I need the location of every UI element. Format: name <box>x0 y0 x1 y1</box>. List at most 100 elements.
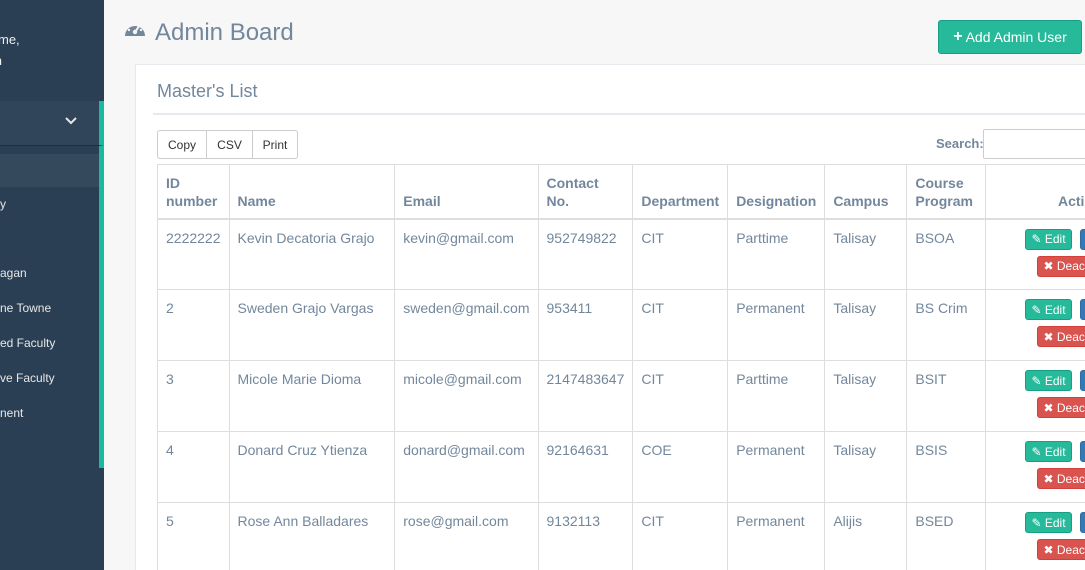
print-button[interactable]: Print <box>252 130 298 159</box>
chevron-down-icon <box>65 113 77 129</box>
cell-contact: 2147483647 <box>537 360 634 432</box>
sidebar-item-4[interactable]: ed Faculty <box>0 336 55 350</box>
sidebar-item-5[interactable]: ve Faculty <box>0 371 55 385</box>
add-admin-user-label: Add Admin User <box>965 29 1067 45</box>
sidebar-submenu: y agan ne Towne ed Faculty ve Faculty ne… <box>0 146 104 468</box>
cell-actions: ✎ Edit ◉ ✖ Deactiv <box>985 431 1085 503</box>
th-name[interactable]: Name <box>228 164 396 220</box>
sidebar: me, n y agan ne Towne ed Faculty ve Facu… <box>0 0 104 570</box>
table-row: 4 Donard Cruz Ytienza donard@gmail.com 9… <box>157 431 1085 503</box>
masters-list-panel: Master's List Copy CSV Print Search: ID … <box>135 64 1085 570</box>
th-email[interactable]: Email <box>394 164 539 220</box>
profile-section: me, n <box>0 0 104 101</box>
edit-button[interactable]: ✎ Edit <box>1025 370 1072 391</box>
sidebar-item-2[interactable]: agan <box>0 266 27 280</box>
close-icon: ✖ <box>1043 259 1054 273</box>
cell-email: micole@gmail.com <box>394 360 539 432</box>
cell-actions: ✎ Edit ◉ ✖ Deactiv <box>985 360 1085 432</box>
cell-contact: 9132113 <box>537 502 634 570</box>
search-label: Search: <box>936 136 984 151</box>
deactivate-label: Deactiv <box>1056 471 1085 486</box>
page-title-text: Admin Board <box>155 18 294 46</box>
page-title: Admin Board <box>123 18 294 47</box>
close-icon: ✖ <box>1043 471 1054 486</box>
deactivate-button[interactable]: ✖ Deactiv <box>1037 539 1085 560</box>
view-button[interactable]: ◉ <box>1080 228 1085 250</box>
edit-label: Edit <box>1044 444 1066 459</box>
cell-designation: Permanent <box>727 431 826 503</box>
search-input[interactable] <box>983 129 1085 159</box>
deactivate-button[interactable]: ✖ Deactiv <box>1037 326 1085 347</box>
cell-contact: 952749822 <box>537 218 634 290</box>
view-button[interactable]: ◉ <box>1080 441 1085 462</box>
cell-campus: Talisay <box>824 431 908 503</box>
deactivate-button[interactable]: ✖ Deactiv <box>1037 255 1085 277</box>
cell-department: COE <box>632 431 729 503</box>
cell-name: Rose Ann Balladares <box>228 502 396 570</box>
cell-department: CIT <box>632 502 729 570</box>
edit-button[interactable]: ✎ Edit <box>1025 299 1072 320</box>
cell-id: 2 <box>157 289 230 361</box>
welcome-text: me, <box>0 32 20 47</box>
table-row: 3 Micole Marie Dioma micole@gmail.com 21… <box>157 360 1085 432</box>
copy-button[interactable]: Copy <box>157 130 207 159</box>
th-course[interactable]: Course Program <box>906 164 987 220</box>
table-row: 5 Rose Ann Balladares rose@gmail.com 913… <box>157 502 1085 570</box>
close-icon: ✖ <box>1043 329 1054 344</box>
th-campus[interactable]: Campus <box>824 164 908 220</box>
view-button[interactable]: ◉ <box>1080 299 1085 320</box>
th-contact[interactable]: Contact No. <box>537 164 634 220</box>
cell-designation: Parttime <box>727 360 826 432</box>
edit-label: Edit <box>1044 302 1066 317</box>
view-button[interactable]: ◉ <box>1080 370 1085 391</box>
masters-table: ID number Name Email Contact No. Departm… <box>157 164 1085 570</box>
cell-email: kevin@gmail.com <box>394 218 539 290</box>
view-button[interactable]: ◉ <box>1080 512 1085 533</box>
cell-course: BSIT <box>906 360 987 432</box>
deactivate-label: Deactiv <box>1056 329 1085 344</box>
cell-actions: ✎ Edit ◉ ✖ Deactiv <box>985 289 1085 361</box>
export-button-group: Copy CSV Print <box>157 130 298 159</box>
cell-name: Micole Marie Dioma <box>228 360 396 432</box>
cell-id: 2222222 <box>157 218 230 290</box>
cell-contact: 92164631 <box>537 431 634 503</box>
th-department[interactable]: Department <box>632 164 729 220</box>
th-designation[interactable]: Designation <box>727 164 826 220</box>
cell-id: 5 <box>157 502 230 570</box>
edit-label: Edit <box>1044 515 1066 530</box>
cell-actions: ✎ Edit ◉ ✖ Deactiv <box>985 218 1085 290</box>
cell-campus: Talisay <box>824 360 908 432</box>
th-action: Actio <box>985 164 1085 220</box>
sidebar-item-6[interactable]: nent <box>0 406 23 420</box>
cell-course: BSIS <box>906 431 987 503</box>
deactivate-button[interactable]: ✖ Deactiv <box>1037 397 1085 418</box>
cell-designation: Permanent <box>727 289 826 361</box>
edit-button[interactable]: ✎ Edit <box>1025 512 1072 533</box>
sidebar-item-1[interactable]: y <box>0 197 6 211</box>
table-row: 2222222 Kevin Decatoria Grajo kevin@gmai… <box>157 218 1085 290</box>
cell-name: Kevin Decatoria Grajo <box>228 218 396 290</box>
deactivate-button[interactable]: ✖ Deactiv <box>1037 468 1085 489</box>
close-icon: ✖ <box>1043 542 1054 557</box>
deactivate-label: Deactiv <box>1056 542 1085 557</box>
cell-department: CIT <box>632 289 729 361</box>
sidebar-item-active[interactable] <box>0 154 99 187</box>
pencil-icon: ✎ <box>1031 373 1042 388</box>
add-admin-user-button[interactable]: + Add Admin User <box>938 20 1082 54</box>
user-name: n <box>0 53 2 68</box>
panel-divider <box>153 113 1085 115</box>
panel-title: Master's List <box>157 81 258 101</box>
th-id[interactable]: ID number <box>157 164 230 220</box>
cell-course: BSOA <box>906 218 987 290</box>
sidebar-item-3[interactable]: ne Towne <box>0 301 51 315</box>
csv-button[interactable]: CSV <box>206 130 253 159</box>
edit-button[interactable]: ✎ Edit <box>1025 441 1072 462</box>
cell-course: BS Crim <box>906 289 987 361</box>
cell-email: rose@gmail.com <box>394 502 539 570</box>
sidebar-menu-group[interactable] <box>0 101 104 146</box>
cell-actions: ✎ Edit ◉ ✖ Deactiv <box>985 502 1085 570</box>
deactivate-label: Deactiv <box>1056 400 1085 415</box>
edit-button[interactable]: ✎ Edit <box>1025 228 1072 250</box>
table-row: 2 Sweden Grajo Vargas sweden@gmail.com 9… <box>157 289 1085 361</box>
pencil-icon: ✎ <box>1031 444 1042 459</box>
